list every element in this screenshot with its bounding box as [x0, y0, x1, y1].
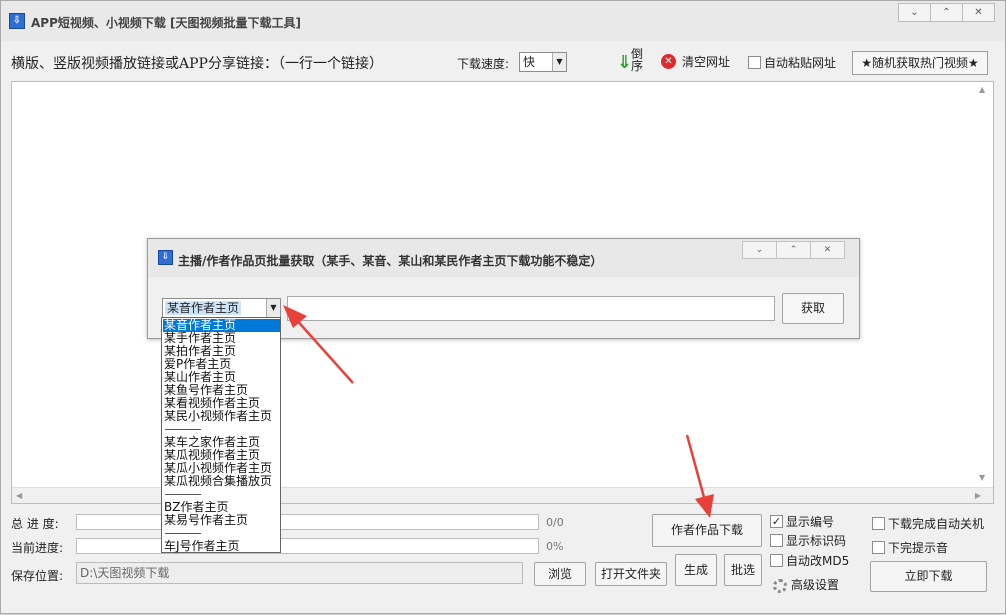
scroll-down-icon[interactable]: ▼ [979, 473, 985, 482]
chevron-down-icon: ▼ [552, 53, 566, 71]
speed-select[interactable]: 快 ▼ [519, 52, 567, 72]
speed-value: 快 [523, 55, 536, 69]
dropdown-separator [165, 494, 201, 495]
total-progress-value: 0/0 [546, 516, 564, 529]
show-id-label: 显示标识码 [786, 533, 847, 548]
dropdown-option[interactable]: 车J号作者主页 [163, 540, 280, 553]
window-controls: ⌄ ⌃ ✕ [898, 3, 995, 22]
auto-shutdown-checkbox[interactable]: 下载完成自动关机 [872, 515, 984, 531]
advanced-settings-button[interactable]: 高级设置 [773, 576, 839, 593]
auto-md5-box [770, 553, 783, 567]
reverse-label: 倒序 [631, 47, 644, 73]
total-progress-bar [76, 514, 539, 530]
done-sound-label: 下完提示音 [888, 540, 949, 555]
current-progress-value: 0% [546, 540, 564, 553]
close-button[interactable]: ✕ [962, 3, 995, 22]
dialog-window-controls: ⌄ ⌃ ✕ [742, 241, 845, 259]
dialog-maximize-button[interactable]: ⌃ [776, 241, 811, 259]
platform-select[interactable]: 某音作者主页 ▼ [162, 298, 281, 318]
random-hot-video-button[interactable]: ★随机获取热门视频★ [852, 51, 988, 75]
horizontal-scrollbar[interactable]: ◀ ▶ [12, 487, 993, 503]
auto-shutdown-label: 下载完成自动关机 [888, 516, 985, 531]
minimize-button[interactable]: ⌄ [898, 3, 931, 22]
done-sound-box [872, 540, 885, 554]
window-title: APP短视频、小视频下载 [天图视频批量下载工具] [31, 16, 302, 30]
author-url-input[interactable] [287, 296, 775, 321]
open-folder-button[interactable]: 打开文件夹 [595, 562, 667, 586]
gear-icon [773, 578, 787, 593]
chevron-down-icon: ▼ [266, 299, 280, 317]
clear-urls-button[interactable]: ✕ 清空网址 [661, 53, 730, 73]
dropdown-option[interactable]: 某易号作者主页 [163, 514, 280, 527]
auto-shutdown-box [872, 516, 885, 530]
show-id-box [770, 533, 783, 547]
scroll-up-icon[interactable]: ▲ [979, 85, 985, 94]
advanced-settings-label: 高级设置 [791, 578, 840, 592]
save-path-input[interactable]: D:\天图视频下载 [76, 562, 523, 584]
dropdown-option[interactable]: 某瓜视频合集播放页 [163, 475, 280, 488]
url-input-label: 横版、竖版视频播放链接或APP分享链接：（一行一个链接） [11, 56, 383, 72]
show-id-checkbox[interactable]: 显示标识码 [770, 532, 846, 548]
toolbar: 横版、竖版视频播放链接或APP分享链接：（一行一个链接） 下载速度: 快 ▼ ⇓… [1, 47, 1005, 75]
maximize-button[interactable]: ⌃ [930, 3, 963, 22]
main-window: ⇩ APP短视频、小视频下载 [天图视频批量下载工具] ⌄ ⌃ ✕ 横版、竖版视… [0, 0, 1006, 614]
author-download-button[interactable]: 作者作品下载 [652, 514, 762, 547]
dialog-close-button[interactable]: ✕ [810, 241, 845, 259]
fetch-button[interactable]: 获取 [782, 293, 844, 324]
browse-button[interactable]: 浏览 [534, 562, 586, 586]
speed-label: 下载速度: [457, 57, 510, 71]
current-progress-bar [76, 538, 539, 554]
reverse-order-button[interactable]: ⇓ 倒序 [617, 47, 647, 75]
platform-dropdown-list: 某音作者主页 某手作者主页 某拍作者主页 爱P作者主页 某山作者主页 某鱼号作者… [161, 317, 281, 553]
dialog-download-icon: ⇩ [158, 250, 173, 265]
generate-button[interactable]: 生成 [675, 554, 717, 586]
clear-urls-label: 清空网址 [682, 55, 731, 69]
show-number-label: 显示编号 [786, 514, 835, 529]
auto-paste-label: 自动粘贴网址 [764, 55, 837, 70]
arrow-down-icon: ⇓ [617, 52, 633, 73]
dropdown-separator [165, 533, 201, 534]
done-sound-checkbox[interactable]: 下完提示音 [872, 539, 948, 555]
dialog-title-bar: ⇩ 主播/作者作品页批量获取（某手、某音、某山和某民作者主页下载功能不稳定） ⌄… [148, 239, 859, 277]
scroll-left-icon[interactable]: ◀ [16, 491, 22, 500]
auto-md5-checkbox[interactable]: 自动改MD5 [770, 552, 849, 568]
scroll-right-icon[interactable]: ▶ [975, 491, 981, 500]
auto-md5-label: 自动改MD5 [786, 553, 850, 568]
show-number-checkbox[interactable]: ✓ 显示编号 [770, 513, 834, 529]
auto-paste-box [748, 55, 761, 69]
current-progress-label: 当前进度: [11, 541, 64, 555]
total-progress-label: 总 进 度: [11, 517, 59, 531]
show-number-box: ✓ [770, 514, 783, 528]
save-location-label: 保存位置: [11, 569, 64, 583]
dropdown-separator [165, 429, 201, 430]
app-download-icon: ⇩ [9, 13, 25, 29]
auto-paste-checkbox[interactable]: 自动粘贴网址 [748, 54, 836, 70]
dropdown-option[interactable]: 某民小视频作者主页 [163, 410, 280, 423]
start-download-button[interactable]: 立即下载 [870, 561, 987, 592]
clear-x-icon: ✕ [661, 54, 676, 69]
platform-selected-value: 某音作者主页 [165, 301, 242, 315]
dialog-minimize-button[interactable]: ⌄ [742, 241, 777, 259]
title-bar: ⇩ APP短视频、小视频下载 [天图视频批量下载工具] ⌄ ⌃ ✕ [1, 1, 1005, 41]
pick-button[interactable]: 批选 [724, 554, 762, 586]
dialog-title: 主播/作者作品页批量获取（某手、某音、某山和某民作者主页下载功能不稳定） [178, 254, 603, 268]
